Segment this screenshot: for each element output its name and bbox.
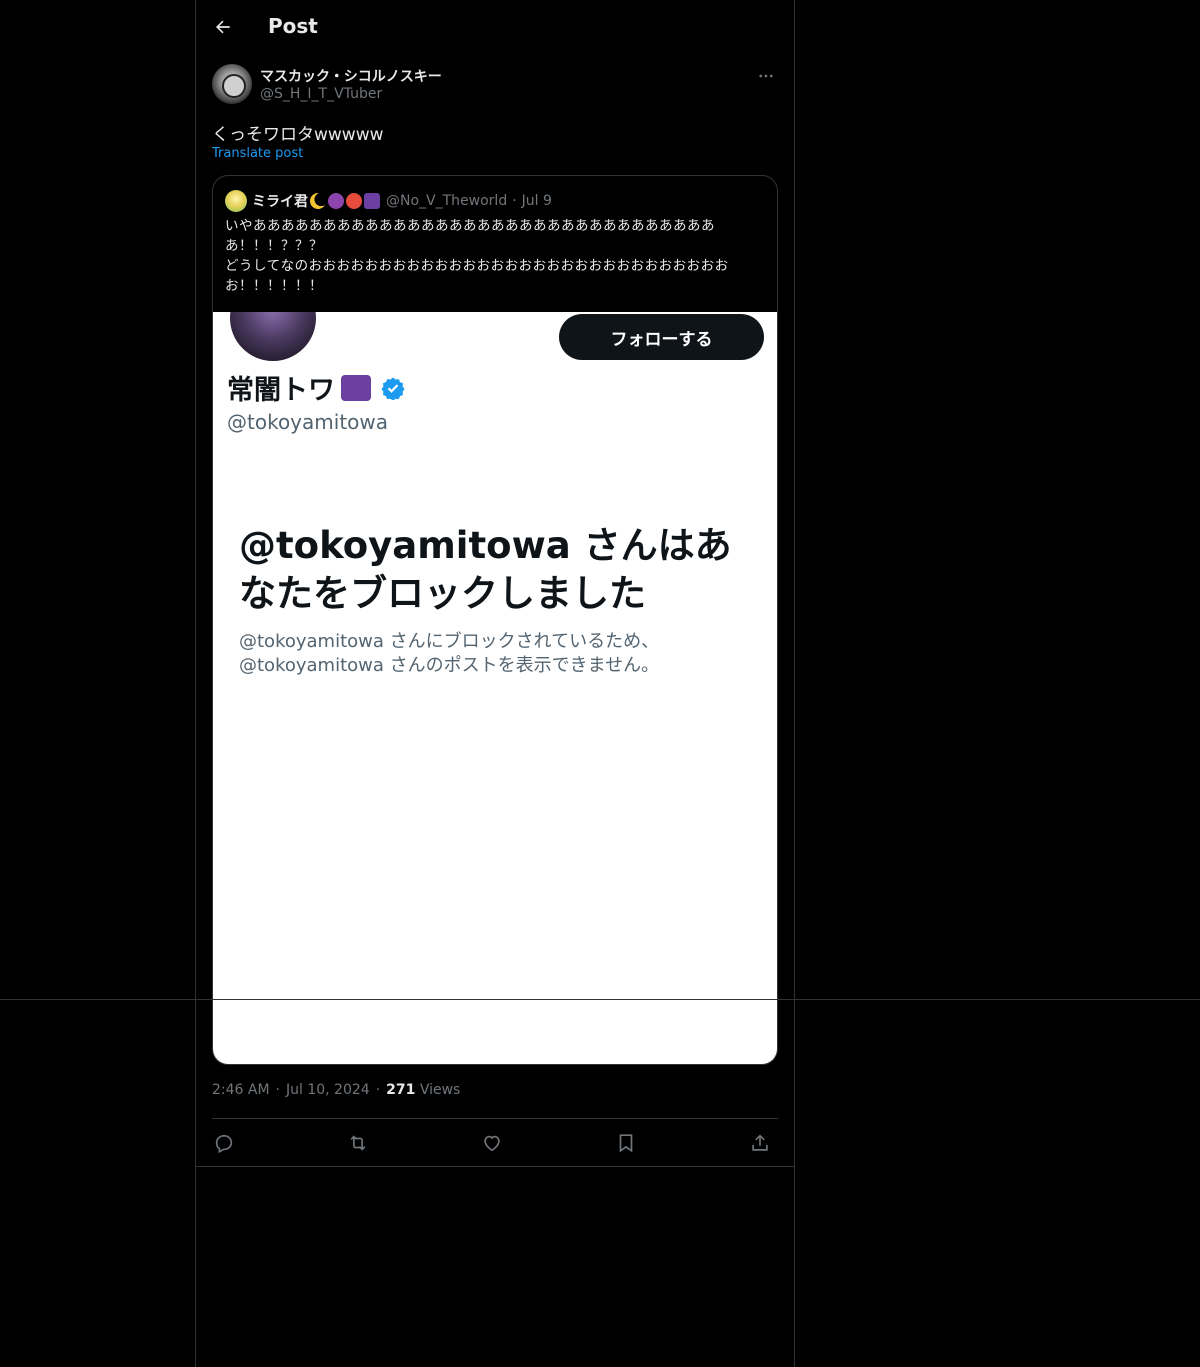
quoted-post-text: いやああああああああああああああああああああああああああああああああああ！！！？… bbox=[225, 218, 729, 294]
post-metadata: 2:46 AM · Jul 10, 2024 · 271 Views bbox=[212, 1082, 460, 1098]
bookmark-icon bbox=[619, 1134, 633, 1153]
views-count: 271 bbox=[386, 1082, 416, 1098]
page-title: Post bbox=[268, 14, 318, 38]
verified-badge-icon bbox=[381, 377, 405, 400]
blocked-title-image: @tokoyamitowa さんはあなたをブロックしました bbox=[239, 524, 732, 615]
reply-button[interactable] bbox=[212, 1131, 236, 1155]
follow-button-image: フォローする bbox=[559, 314, 764, 360]
avatar[interactable] bbox=[212, 64, 252, 104]
profile-avatar-image bbox=[227, 312, 319, 364]
blocked-description-image: @tokoyamitowa さんにブロックされているため、@tokoyamito… bbox=[239, 631, 660, 676]
share-button[interactable] bbox=[748, 1131, 772, 1155]
separator-dot: · bbox=[375, 1082, 381, 1098]
post-column: Post マスカック・シコルノスキー @S_H_I_T_VTuber くっそワロ… bbox=[195, 0, 795, 1367]
divider bbox=[196, 1166, 794, 1167]
quoted-author-name: ミライ君 bbox=[252, 194, 308, 210]
quoted-author-handle: @No_V_Theworld bbox=[386, 193, 508, 209]
post-author: マスカック・シコルノスキー @S_H_I_T_VTuber bbox=[212, 64, 778, 108]
views-label: Views bbox=[419, 1082, 461, 1098]
page-header: Post bbox=[196, 0, 794, 54]
author-handle[interactable]: @S_H_I_T_VTuber bbox=[260, 86, 382, 102]
quoted-post-image[interactable]: フォローする 常闇トワ @tokoyamitowa @tokoyamitowa … bbox=[213, 312, 777, 1064]
repost-button[interactable] bbox=[346, 1131, 370, 1155]
post-date[interactable]: Jul 10, 2024 bbox=[286, 1082, 370, 1098]
space-invader-icon bbox=[364, 193, 380, 209]
back-button[interactable] bbox=[208, 12, 238, 42]
separator-dot: · bbox=[275, 1082, 280, 1098]
arrow-left-icon bbox=[216, 20, 230, 34]
share-icon bbox=[752, 1134, 768, 1151]
quoted-post-date: Jul 9 bbox=[521, 193, 552, 209]
author-name[interactable]: マスカック・シコルノスキー bbox=[260, 66, 442, 86]
profile-name-image: 常闇トワ bbox=[227, 368, 405, 407]
repost-icon bbox=[350, 1135, 366, 1151]
quoted-post[interactable]: ミライ君 @No_V_Theworld · Jul 9 いやああああああああああ… bbox=[212, 175, 778, 1065]
quoted-post-header: ミライ君 @No_V_Theworld · Jul 9 bbox=[225, 189, 552, 213]
space-invader-icon bbox=[341, 374, 371, 401]
bookmark-button[interactable] bbox=[614, 1131, 638, 1155]
post-time[interactable]: 2:46 AM bbox=[212, 1082, 270, 1098]
like-button[interactable] bbox=[480, 1131, 504, 1155]
avatar bbox=[225, 190, 247, 212]
post-text: くっそワロタwwwww bbox=[212, 125, 384, 145]
divider bbox=[0, 999, 1200, 1000]
crescent-moon-icon bbox=[310, 193, 326, 209]
action-bar bbox=[212, 1118, 778, 1167]
separator-dot: · bbox=[512, 193, 517, 209]
name-emojis bbox=[310, 193, 380, 209]
reply-icon bbox=[215, 1135, 233, 1154]
more-options-button[interactable] bbox=[754, 64, 778, 88]
profile-name-text: 常闇トワ bbox=[227, 375, 335, 406]
translate-post-link[interactable]: Translate post bbox=[212, 146, 303, 161]
like-icon bbox=[484, 1135, 500, 1152]
profile-handle-image: @tokoyamitowa bbox=[227, 410, 389, 434]
candy-icon bbox=[346, 193, 362, 209]
more-icon bbox=[759, 74, 773, 78]
devil-face-icon bbox=[328, 193, 344, 209]
